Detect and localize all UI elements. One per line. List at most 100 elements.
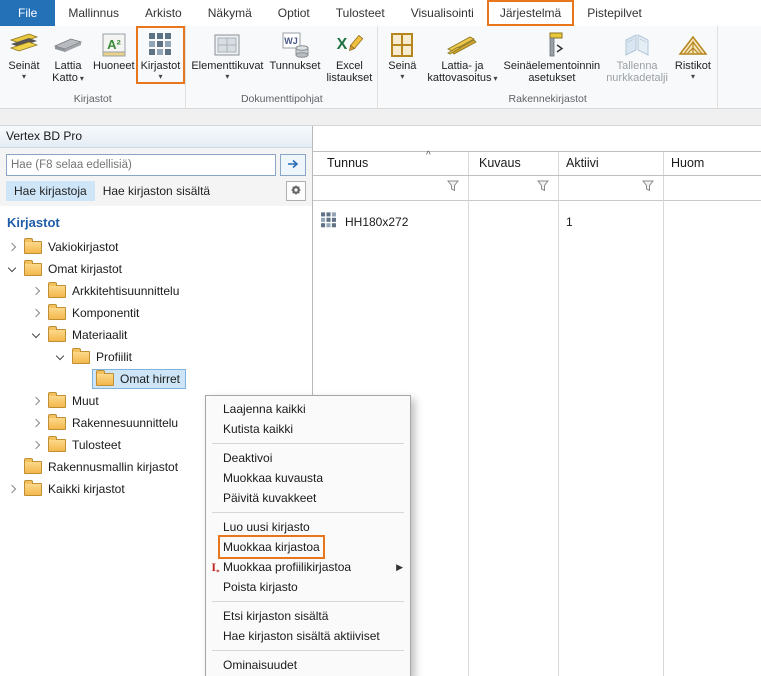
menu-item-deaktivoi[interactable]: Deaktivoi	[206, 448, 410, 468]
tab-optiot[interactable]: Optiot	[265, 0, 323, 26]
column-header-aktiivi[interactable]: Aktiivi	[558, 152, 663, 175]
tree-item-label: Materiaalit	[72, 327, 128, 342]
filter-cell-kuvaus	[468, 176, 558, 200]
tab-arkisto[interactable]: Arkisto	[132, 0, 195, 26]
tree-item-profiilit[interactable]: Profiilit	[0, 346, 312, 368]
ribbon-button-seinat[interactable]: Seinät ▾	[2, 28, 46, 82]
trusses-icon	[678, 30, 708, 60]
menu-item-ominaisuudet[interactable]: Ominaisuudet	[206, 655, 410, 675]
ribbon-button-elementtikuvat[interactable]: Elementtikuvat ▾	[188, 28, 266, 82]
ribbon: Seinät ▾ Lattia Katto ▾ A² Huoneet Kirja…	[0, 26, 761, 109]
filter-funnel-icon[interactable]	[536, 179, 550, 197]
tree-item-omat-kirjastot[interactable]: Omat kirjastot	[0, 258, 312, 280]
ribbon-button-huoneet[interactable]: A² Huoneet	[90, 28, 138, 73]
cell-tunnus-value: HH180x272	[345, 215, 409, 229]
menu-item-luo-uusi-kirjasto[interactable]: Luo uusi kirjasto	[206, 517, 410, 537]
tree-item-vakiokirjastot[interactable]: Vakiokirjastot	[0, 236, 312, 258]
table-header-row: Tunnus ^ Kuvaus Aktiivi Huom	[313, 150, 761, 176]
settings-gear-button[interactable]	[286, 181, 306, 201]
ribbon-group-label: Dokumenttipohjat	[240, 93, 323, 105]
tab-file[interactable]: File	[0, 0, 56, 26]
menu-separator	[212, 650, 404, 651]
ribbon-button-lattia-ja-kattovasoitus[interactable]: Lattia- ja kattovasoitus ▾	[424, 28, 500, 85]
tab-visualisointi[interactable]: Visualisointi	[398, 0, 487, 26]
ribbon-button-label: Tallenna	[616, 60, 658, 72]
rooms-a2-icon: A²	[100, 30, 128, 60]
chevron-down-icon[interactable]	[28, 329, 44, 339]
search-input[interactable]	[6, 154, 276, 176]
tree-item-omat-hirret[interactable]: Omat hirret	[0, 368, 312, 390]
tree-item-materiaalit[interactable]: Materiaalit	[0, 324, 312, 346]
chevron-down-icon[interactable]	[4, 263, 20, 273]
folder-icon	[48, 392, 66, 408]
submenu-arrow-icon: ▶	[396, 562, 403, 572]
tab-pistepilvet[interactable]: Pistepilvet	[574, 0, 655, 26]
ribbon-button-seina[interactable]: Seinä ▾	[380, 28, 424, 82]
menu-item-etsi-kirjaston-sisalta[interactable]: Etsi kirjaston sisältä	[206, 606, 410, 626]
menu-item-paivita-kuvakkeet[interactable]: Päivitä kuvakkeet	[206, 488, 410, 508]
svg-text:A²: A²	[107, 37, 121, 52]
menu-item-laajenna-kaikki[interactable]: Laajenna kaikki	[206, 399, 410, 419]
tab-mallinnus[interactable]: Mallinnus	[55, 0, 132, 26]
cell-aktiivi-value: 1	[566, 215, 573, 229]
filter-cell-tunnus	[313, 176, 468, 200]
wall-frame-icon	[388, 30, 416, 60]
chevron-right-icon[interactable]	[28, 308, 44, 318]
table-filter-row	[313, 176, 761, 201]
table-row-hh180x272[interactable]: HH180x272 1	[313, 207, 761, 237]
chevron-right-icon[interactable]	[28, 286, 44, 296]
menu-item-kutista-kaikki[interactable]: Kutista kaikki	[206, 419, 410, 439]
folder-icon	[24, 238, 42, 254]
dropdown-arrow-icon: ▾	[79, 74, 84, 83]
context-menu: Laajenna kaikki Kutista kaikki Deaktivoi…	[205, 395, 411, 676]
chevron-right-icon[interactable]	[28, 440, 44, 450]
ribbon-group-label: Kirjastot	[73, 93, 112, 105]
ribbon-button-lattia-katto[interactable]: Lattia Katto ▾	[46, 28, 90, 85]
folder-icon	[72, 348, 90, 364]
ribbon-group-label: Rakennekirjastot	[508, 93, 587, 105]
search-mode-tabs: Hae kirjastoja Hae kirjaston sisältä	[6, 181, 306, 201]
filter-cell-aktiivi	[558, 176, 663, 200]
menu-item-muokkaa-kuvausta[interactable]: Muokkaa kuvausta	[206, 468, 410, 488]
ribbon-button-tunnukset[interactable]: WJ Tunnukset	[267, 28, 324, 73]
ribbon-button-kirjastot[interactable]: Kirjastot ▾	[135, 26, 186, 84]
chevron-right-icon[interactable]	[28, 396, 44, 406]
ribbon-button-excel-listaukset[interactable]: X Excel listaukset	[323, 28, 375, 85]
column-header-huom[interactable]: Huom	[663, 152, 761, 175]
menu-item-hae-kirjaston-sisalta-aktiiviset[interactable]: Hae kirjaston sisältä aktiiviset	[206, 626, 410, 646]
column-header-kuvaus[interactable]: Kuvaus	[468, 152, 558, 175]
tab-nakyma[interactable]: Näkymä	[195, 0, 265, 26]
ribbon-button-label: listaukset	[326, 72, 373, 84]
filter-funnel-icon[interactable]	[641, 179, 655, 197]
chevron-right-icon[interactable]	[4, 242, 20, 252]
folder-icon	[24, 458, 42, 474]
search-go-button[interactable]	[280, 154, 306, 176]
filter-funnel-icon[interactable]	[446, 179, 460, 197]
menu-item-muokkaa-profiilikirjastoa[interactable]: I* Muokkaa profiilikirjastoa ▶	[206, 557, 410, 577]
tree-item-label: Muut	[72, 393, 99, 408]
column-divider[interactable]	[468, 152, 469, 676]
ribbon-button-label: kattovasoitus ▾	[427, 72, 498, 84]
tab-tulosteet[interactable]: Tulosteet	[323, 0, 398, 26]
menu-item-poista-kirjasto[interactable]: Poista kirjasto	[206, 577, 410, 597]
chevron-down-icon[interactable]	[52, 351, 68, 361]
tab-hae-kirjastoja[interactable]: Hae kirjastoja	[6, 181, 95, 201]
ribbon-button-seinaelementoinnin-asetukset[interactable]: Seinäelementoinnin asetukset	[501, 28, 604, 85]
tab-jarjestelma[interactable]: Järjestelmä	[486, 0, 575, 26]
tree-item-arkkitehtisuunnittelu[interactable]: Arkkitehtisuunnittelu	[0, 280, 312, 302]
tree-item-label: Vakiokirjastot	[48, 239, 119, 254]
tab-hae-kirjaston-sisalta[interactable]: Hae kirjaston sisältä	[95, 181, 218, 201]
dropdown-arrow-icon: ▾	[21, 72, 26, 81]
menu-separator	[212, 512, 404, 513]
chevron-right-icon[interactable]	[4, 484, 20, 494]
ribbon-button-label: Huoneet	[93, 60, 135, 72]
folder-icon	[48, 414, 66, 430]
chevron-right-icon[interactable]	[28, 418, 44, 428]
ribbon-group-kirjastot: Seinät ▾ Lattia Katto ▾ A² Huoneet Kirja…	[0, 26, 187, 108]
column-divider[interactable]	[663, 152, 664, 676]
menu-item-muokkaa-kirjastoa[interactable]: Muokkaa kirjastoa	[206, 535, 410, 559]
column-header-tunnus[interactable]: Tunnus ^	[313, 150, 468, 175]
column-divider[interactable]	[558, 152, 559, 676]
tree-item-komponentit[interactable]: Komponentit	[0, 302, 312, 324]
ribbon-button-ristikot[interactable]: Ristikot ▾	[671, 28, 715, 82]
